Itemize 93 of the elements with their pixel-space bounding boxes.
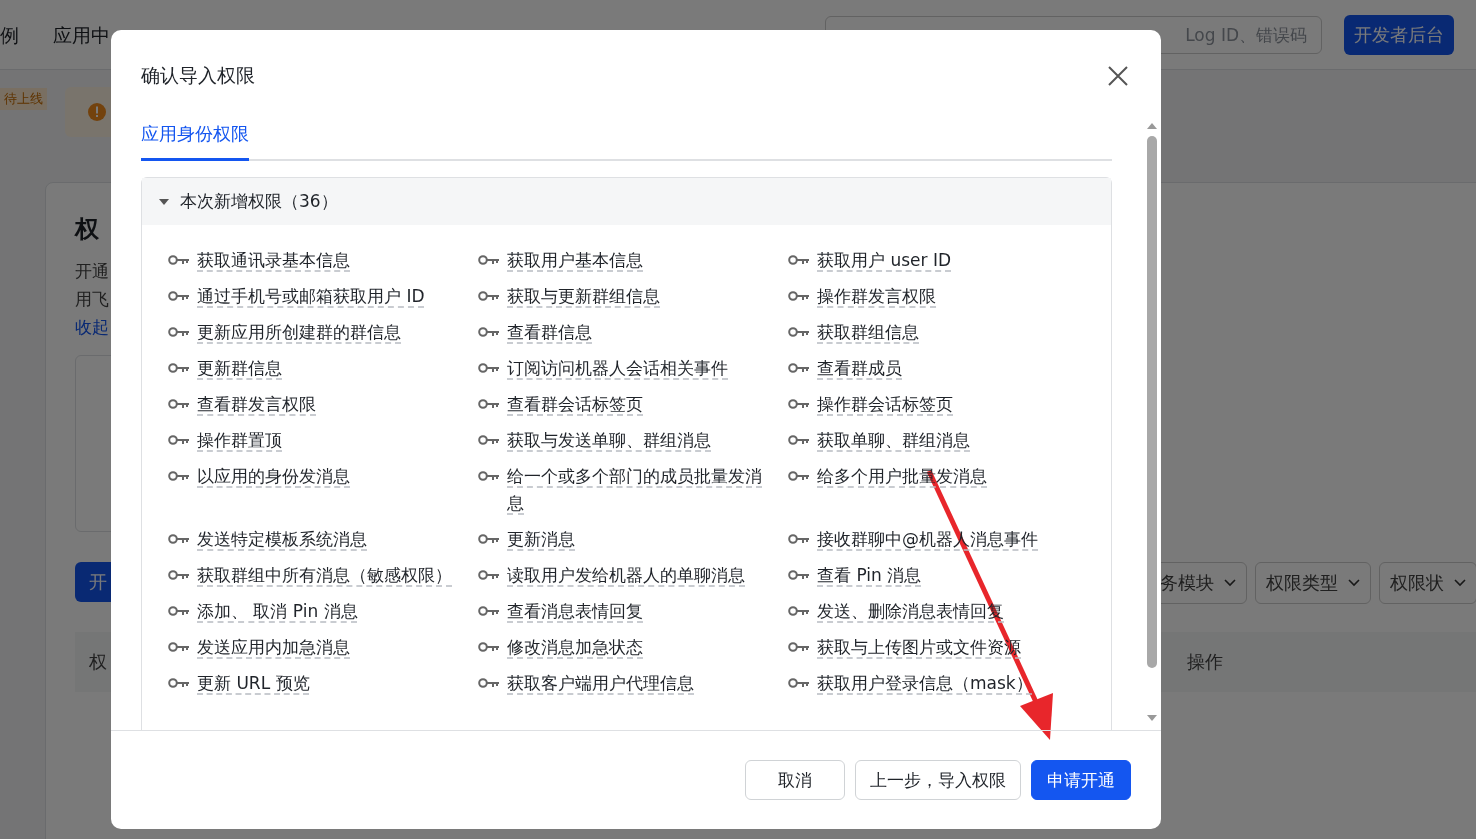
permission-name[interactable]: 更新应用所创建群的群信息 [197,319,401,346]
column-header: 权 [89,650,107,674]
key-icon [788,569,810,581]
nav-item[interactable]: 例 [0,21,19,48]
key-icon [478,641,500,653]
permission-name[interactable]: 获取用户 user ID [817,247,951,274]
key-icon [478,533,500,545]
permission-name[interactable]: 发送应用内加急消息 [197,634,350,661]
apply-button[interactable]: 申请开通 [1031,760,1131,800]
chevron-down-icon [1454,579,1466,587]
key-icon [788,470,810,482]
permission-name[interactable]: 通过手机号或邮箱获取用户 ID [197,283,425,310]
key-icon [168,677,190,689]
permission-name[interactable]: 查看群会话标签页 [507,391,643,418]
column-header: 操作 [1187,650,1223,674]
scroll-down-icon[interactable] [1146,714,1158,722]
permission-name[interactable]: 操作群置顶 [197,427,282,454]
key-icon [168,470,190,482]
status-tag: 待上线 [0,88,47,110]
key-icon [168,569,190,581]
permission-name[interactable]: 操作群会话标签页 [817,391,953,418]
permission-name[interactable]: 以应用的身份发消息 [197,463,350,490]
key-icon [478,470,500,482]
permission-name[interactable]: 查看 Pin 消息 [817,562,922,589]
permission-name[interactable]: 给一个或多个部门的成员批量发消息 [507,463,775,517]
permission-name[interactable]: 添加、 取消 Pin 消息 [197,598,358,625]
key-icon [788,254,810,266]
permission-name[interactable]: 获取通讯录基本信息 [197,247,350,274]
nav-item[interactable]: 应用中 [53,21,110,48]
permission-name[interactable]: 获取单聊、群组消息 [817,427,970,454]
key-icon [788,326,810,338]
key-icon [478,254,500,266]
key-icon [788,290,810,302]
warning-icon [87,102,107,122]
scroll-up-icon[interactable] [1146,122,1158,130]
dialog-button[interactable]: 取消 [745,760,845,800]
key-icon [478,362,500,374]
permission-name[interactable]: 查看群发言权限 [197,391,316,418]
key-icon [788,533,810,545]
permission-name[interactable]: 发送特定模板系统消息 [197,526,367,553]
panel-header[interactable]: 本次新增权限（36） [142,178,1111,225]
key-icon [168,290,190,302]
key-icon [788,605,810,617]
key-icon [788,677,810,689]
permission-name[interactable]: 更新消息 [507,526,575,553]
caret-icon [159,196,169,207]
key-icon [478,677,500,689]
permission-name[interactable]: 获取与发送单聊、群组消息 [507,427,711,454]
key-icon [478,326,500,338]
key-icon [788,641,810,653]
permission-name[interactable]: 订阅访问机器人会话相关事件 [507,355,728,382]
chevron-down-icon [1224,579,1236,587]
panel-title: 本次新增权限（36） [180,190,338,213]
permission-name[interactable]: 修改消息加急状态 [507,634,643,661]
key-icon [168,362,190,374]
permission-name[interactable]: 读取用户发给机器人的单聊消息 [507,562,745,589]
permission-name[interactable]: 操作群发言权限 [817,283,936,310]
dialog-button[interactable]: 上一步，导入权限 [855,760,1021,800]
permission-name[interactable]: 更新群信息 [197,355,282,382]
permission-name[interactable]: 查看群信息 [507,319,592,346]
close-icon[interactable] [1107,65,1129,87]
key-icon [478,605,500,617]
permission-name[interactable]: 获取与更新群组信息 [507,283,660,310]
section-title: 权 [75,214,99,245]
key-icon [168,641,190,653]
key-icon [168,434,190,446]
key-icon [478,398,500,410]
key-icon [788,362,810,374]
permission-name[interactable]: 查看群成员 [817,355,902,382]
description-text: 开通 [75,260,109,283]
key-icon [168,326,190,338]
permission-name[interactable]: 获取用户基本信息 [507,247,643,274]
key-icon [788,398,810,410]
permission-name[interactable]: 获取用户登录信息（mask） [817,670,1033,697]
permission-name[interactable]: 获取群组信息 [817,319,919,346]
description-text: 用飞 [75,288,109,311]
permission-name[interactable]: 查看消息表情回复 [507,598,643,625]
chevron-down-icon [1348,579,1360,587]
dialog-title: 确认导入权限 [141,63,255,88]
key-icon [478,290,500,302]
permission-name[interactable]: 获取客户端用户代理信息 [507,670,694,697]
filter-dropdown[interactable]: 权限类型 [1255,562,1371,604]
key-icon [788,434,810,446]
key-icon [168,533,190,545]
key-icon [168,398,190,410]
key-icon [478,434,500,446]
permission-name[interactable]: 更新 URL 预览 [197,670,310,697]
permission-name[interactable]: 获取群组中所有消息（敏感权限） [197,562,452,589]
key-icon [478,569,500,581]
tab[interactable]: 应用身份权限 [141,122,249,161]
key-icon [168,605,190,617]
key-icon [168,254,190,266]
scrollbar[interactable] [1146,122,1158,722]
